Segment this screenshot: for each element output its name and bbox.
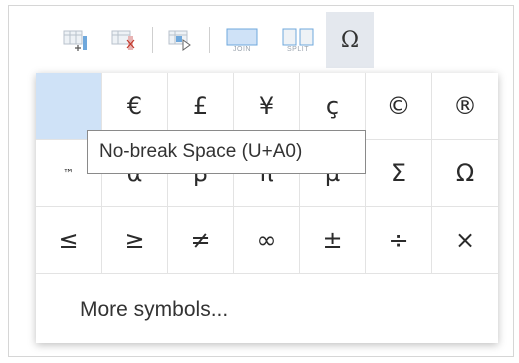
delete-column-icon [111,30,135,50]
insert-column-right-icon [63,30,87,51]
symbol-copyright[interactable]: © [366,73,432,140]
join-label: JOIN [233,45,251,53]
split-label: SPLIT [287,45,309,53]
special-characters-button[interactable]: Ω [326,12,374,68]
insert-column-right-button[interactable] [52,12,100,68]
symbol-sigma[interactable]: Σ [366,140,432,207]
symbol-omega[interactable]: Ω [432,140,498,207]
symbol-tooltip: No-break Space (U+A0) [87,130,366,174]
symbol-division[interactable]: ÷ [366,207,432,274]
delete-column-button[interactable] [100,12,148,68]
cell-properties-button[interactable] [157,12,205,68]
symbol-plus-minus[interactable]: ± [300,207,366,274]
split-cells-button[interactable]: SPLIT [270,12,326,68]
omega-icon: Ω [340,27,360,53]
symbol-not-equal[interactable]: ≠ [168,207,234,274]
symbol-less-equal[interactable]: ≤ [36,207,102,274]
cell-properties-icon [168,30,191,51]
toolbar-separator [209,27,210,53]
table-toolbar: JOIN SPLIT Ω [52,12,512,68]
symbol-registered[interactable]: ® [432,73,498,140]
symbol-multiply[interactable]: × [432,207,498,274]
symbol-greater-equal[interactable]: ≥ [102,207,168,274]
more-symbols-link[interactable]: More symbols... [80,298,228,322]
symbol-infinity[interactable]: ∞ [234,207,300,274]
special-characters-panel: € £ ¥ ç © ® ™ α β π µ Σ Ω ≤ ≥ ≠ ∞ ± ÷ × … [36,73,498,343]
join-cells-button[interactable]: JOIN [214,12,270,68]
split-cells-icon [282,28,314,45]
toolbar-separator [152,27,153,53]
join-cells-icon [226,28,258,45]
